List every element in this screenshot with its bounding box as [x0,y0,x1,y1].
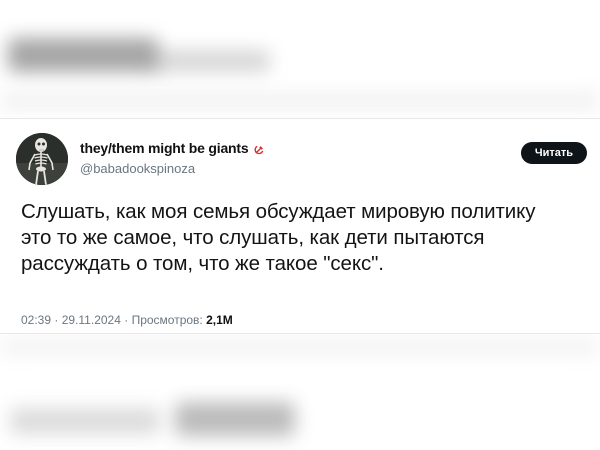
tweet-text-line: это то же самое, что слушать, как дети п… [21,226,485,249]
blurred-divider [0,340,600,354]
display-name-text: they/them might be giants [80,140,249,156]
tweet-text-line: рассуждать о том, что же такое "секс". [21,252,384,275]
tweet-card: they/them might be giants @babadookspino… [0,118,600,334]
hammer-and-sickle-icon [254,145,264,154]
user-handle[interactable]: @babadookspinoza [80,161,195,176]
tweet-text-line: Слушать, как моя семья обсуждает мировую… [21,200,536,223]
blurred-header-area [150,50,270,72]
views-count: 2,1M [206,313,233,327]
blurred-divider [0,92,600,110]
tweet-text: Слушать, как моя семья обсуждает мировую… [21,199,596,277]
follow-button[interactable]: Читать [521,142,587,164]
screenshot-stage: they/them might be giants @babadookspino… [0,0,600,450]
meta-separator: · [54,313,59,327]
blurred-footer-area [175,402,295,436]
tweet-date[interactable]: 29.11.2024 [62,313,121,327]
skeleton-avatar-icon [16,133,68,185]
views-label: Просмотров: [131,313,203,327]
blurred-footer-area [10,408,160,434]
tweet-meta: 02:39 · 29.11.2024 · Просмотров: 2,1M [21,313,233,327]
avatar[interactable] [16,133,68,185]
blurred-header-area [8,38,158,72]
display-name[interactable]: they/them might be giants [80,140,265,156]
meta-separator: · [124,313,129,327]
tweet-time[interactable]: 02:39 [21,313,51,327]
